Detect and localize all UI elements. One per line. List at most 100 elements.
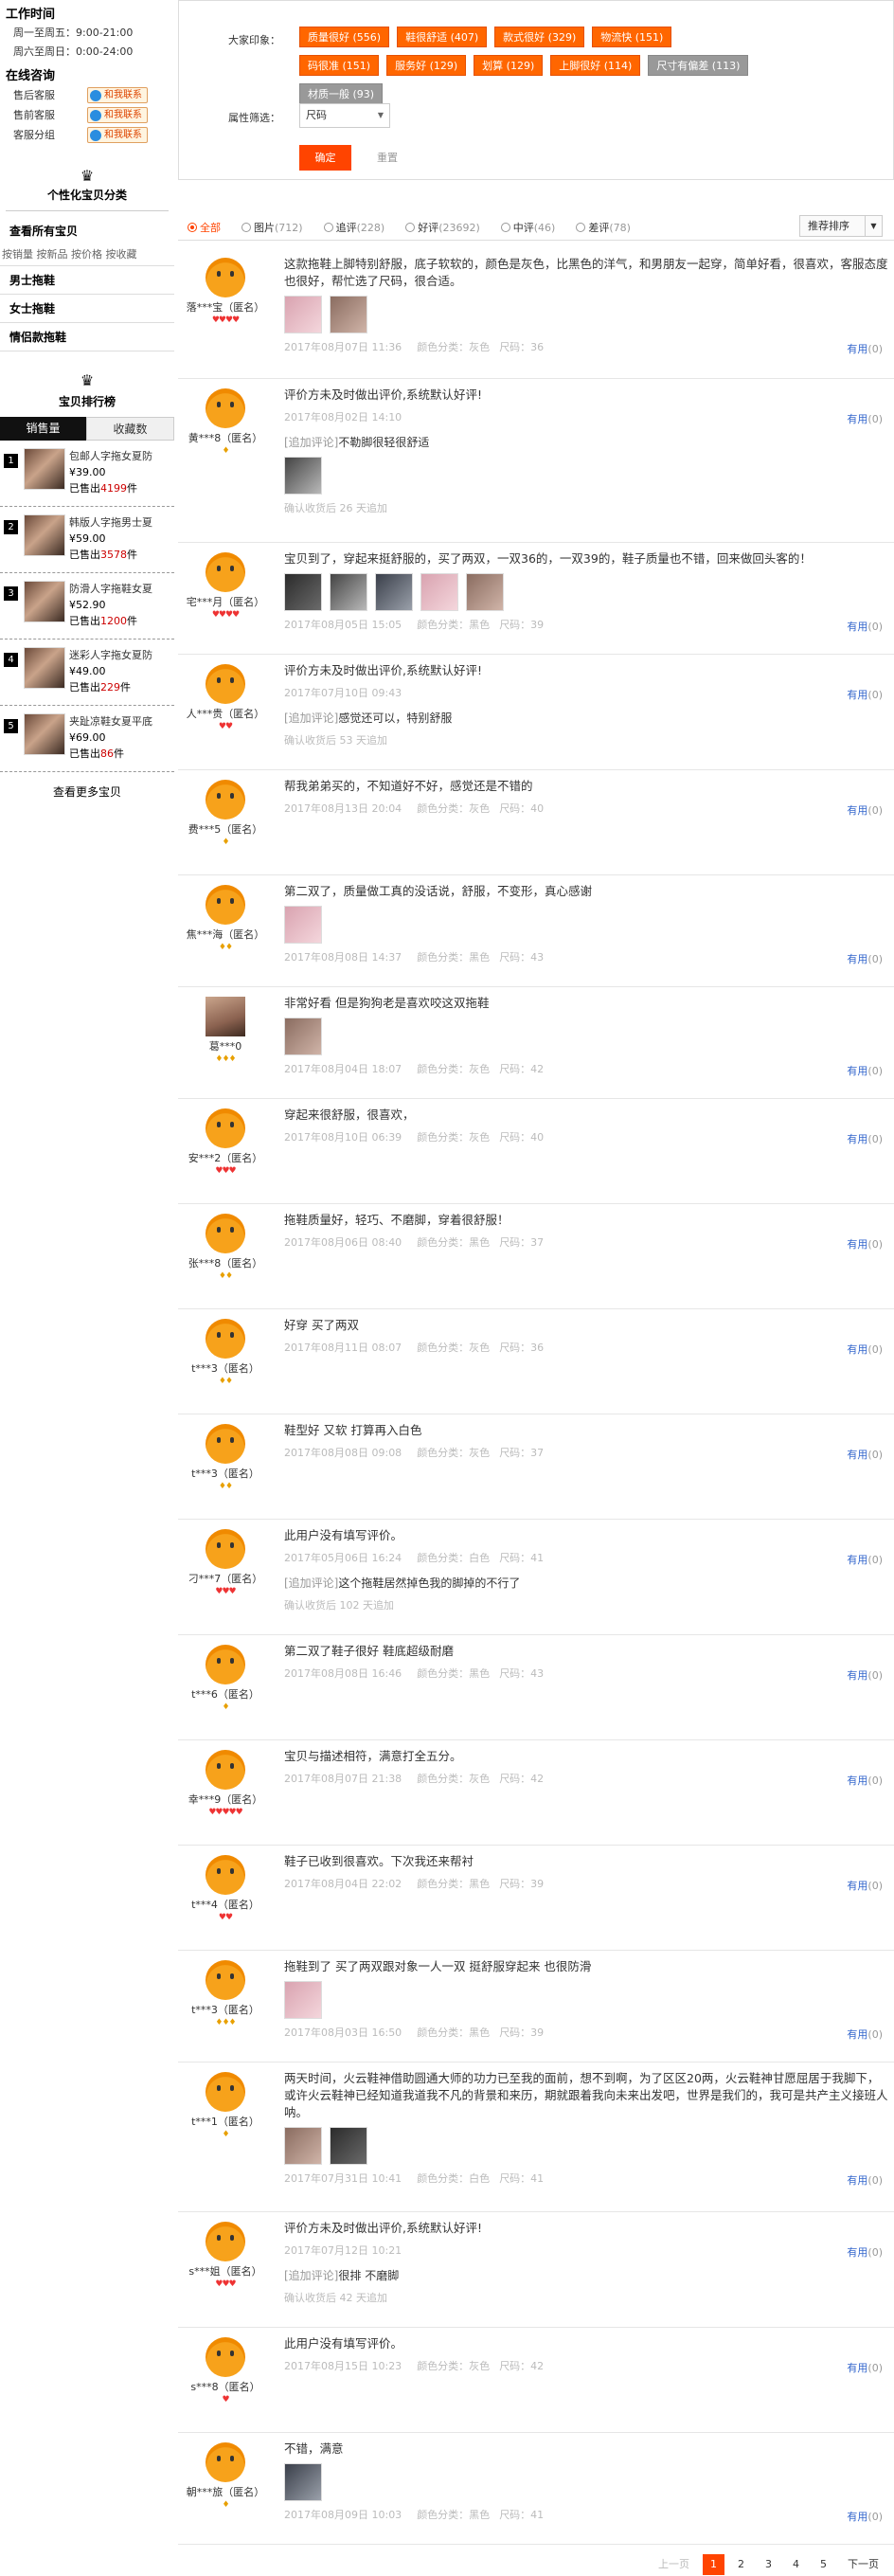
reviewer-name: 人***贵（匿名） — [186, 707, 265, 720]
review-type-3[interactable]: 好评(23692) — [405, 220, 480, 235]
review-sku: 颜色分类：灰色 尺码：42 — [417, 1773, 553, 1785]
useful-button[interactable]: 有用(0) — [847, 802, 883, 818]
next-page-button[interactable]: 下一页 — [840, 2554, 886, 2575]
confirm-button[interactable]: 确定 — [299, 145, 351, 171]
impression-tag[interactable]: 划算 (129) — [474, 55, 544, 76]
rank-item[interactable]: 2 韩版人字拖男士夏 ¥59.00 已售出3578件 — [0, 507, 174, 573]
product-thumbnail[interactable] — [24, 514, 65, 556]
useful-button[interactable]: 有用(0) — [847, 1236, 883, 1252]
useful-button[interactable]: 有用(0) — [847, 2172, 883, 2188]
impression-tag[interactable]: 服务好 (129) — [386, 55, 467, 76]
impression-tag[interactable]: 码很准 (151) — [299, 55, 380, 76]
review-type-2[interactable]: 追评(228) — [323, 220, 384, 235]
review-photo[interactable] — [284, 2463, 322, 2502]
page-1[interactable]: 1 — [703, 2554, 724, 2575]
review-type-0[interactable]: 全部 — [188, 220, 221, 235]
product-name[interactable]: 迷彩人字拖女夏防 — [69, 647, 164, 663]
page-3[interactable]: 3 — [758, 2554, 779, 2575]
useful-button[interactable]: 有用(0) — [847, 1342, 883, 1357]
review-meta: 2017年07月10日 09:43 — [284, 687, 890, 700]
all-goods-link[interactable]: 查看所有宝贝 — [0, 211, 174, 244]
more-goods-link[interactable]: 查看更多宝贝 — [0, 772, 174, 811]
tab-favorites[interactable]: 收藏数 — [86, 417, 174, 441]
page-2[interactable]: 2 — [730, 2554, 752, 2575]
product-thumbnail[interactable] — [24, 448, 65, 490]
page-5[interactable]: 5 — [813, 2554, 834, 2575]
reset-button[interactable]: 重置 — [368, 145, 406, 171]
contact-button[interactable]: 和我联系 — [87, 87, 148, 103]
impression-tag[interactable]: 尺寸有偏差 (113) — [648, 55, 749, 76]
product-name[interactable]: 夹趾凉鞋女夏平底 — [69, 713, 164, 730]
useful-button[interactable]: 有用(0) — [847, 1667, 883, 1683]
review-photo[interactable] — [284, 906, 322, 945]
impression-tag[interactable]: 鞋很舒适 (407) — [397, 27, 488, 47]
review-photo[interactable] — [420, 573, 458, 612]
useful-button[interactable]: 有用(0) — [847, 1131, 883, 1146]
review-photo[interactable] — [375, 573, 413, 612]
rank-number: 5 — [4, 719, 18, 733]
useful-button[interactable]: 有用(0) — [847, 2360, 883, 2375]
useful-button[interactable]: 有用(0) — [847, 1773, 883, 1788]
review-photo[interactable] — [466, 573, 504, 612]
product-thumbnail[interactable] — [24, 647, 65, 689]
review-type-5[interactable]: 差评(78) — [576, 220, 631, 235]
useful-count: (0) — [867, 1448, 883, 1461]
product-thumbnail[interactable] — [24, 713, 65, 755]
contact-button[interactable]: 和我联系 — [87, 107, 148, 123]
review-date: 2017年07月10日 09:43 — [284, 686, 402, 699]
contact-button[interactable]: 和我联系 — [87, 127, 148, 143]
product-name[interactable]: 防滑人字拖鞋女夏 — [69, 581, 164, 597]
review-photo[interactable] — [284, 1017, 322, 1055]
category-item[interactable]: 男士拖鞋 — [0, 266, 174, 295]
sold-suffix: 件 — [127, 615, 137, 627]
review-sku: 颜色分类：灰色 尺码：42 — [417, 1063, 553, 1075]
impression-tag[interactable]: 款式很好 (329) — [494, 27, 585, 47]
rank-item[interactable]: 4 迷彩人字拖女夏防 ¥49.00 已售出229件 — [0, 639, 174, 706]
useful-button[interactable]: 有用(0) — [847, 619, 883, 634]
useful-button[interactable]: 有用(0) — [847, 1552, 883, 1567]
useful-button[interactable]: 有用(0) — [847, 1878, 883, 1893]
rank-item[interactable]: 3 防滑人字拖鞋女夏 ¥52.90 已售出1200件 — [0, 573, 174, 639]
sort-links[interactable]: 按销量 按新品 按价格 按收藏 — [0, 244, 174, 266]
useful-button[interactable]: 有用(0) — [847, 2244, 883, 2260]
rank-item[interactable]: 1 包邮人字拖女夏防 ¥39.00 已售出4199件 — [0, 441, 174, 507]
sku-size: 尺码：41 — [499, 1551, 545, 1564]
impression-tag[interactable]: 材质一般 (93) — [299, 83, 384, 104]
useful-button[interactable]: 有用(0) — [847, 341, 883, 356]
review-photo[interactable] — [284, 296, 322, 333]
impression-tag[interactable]: 质量很好 (556) — [299, 27, 390, 47]
useful-button[interactable]: 有用(0) — [847, 2027, 883, 2042]
impression-tag[interactable]: 上脚很好 (114) — [550, 55, 641, 76]
product-name[interactable]: 韩版人字拖男士夏 — [69, 514, 164, 531]
page-4[interactable]: 4 — [785, 2554, 807, 2575]
useful-button[interactable]: 有用(0) — [847, 2509, 883, 2524]
review-photo[interactable] — [284, 1981, 322, 2020]
reviewer-name: 葛***0 — [208, 1039, 242, 1053]
tab-sales[interactable]: 销售量 — [0, 417, 86, 441]
useful-button[interactable]: 有用(0) — [847, 411, 883, 426]
sold-count: 已售出1200件 — [69, 613, 164, 629]
attr-select[interactable]: 尺码 ▼ — [299, 103, 390, 128]
review-photo[interactable] — [284, 2127, 322, 2166]
sort-select[interactable]: 推荐排序 ▼ — [799, 215, 883, 237]
useful-button[interactable]: 有用(0) — [847, 1447, 883, 1462]
review-type-4[interactable]: 中评(46) — [500, 220, 555, 235]
review-type-1[interactable]: 图片(712) — [241, 220, 303, 235]
useful-button[interactable]: 有用(0) — [847, 951, 883, 966]
review-photo[interactable] — [330, 296, 367, 333]
product-thumbnail[interactable] — [24, 581, 65, 622]
review-photo[interactable] — [330, 573, 367, 612]
rank-item[interactable]: 5 夹趾凉鞋女夏平底 ¥69.00 已售出86件 — [0, 706, 174, 772]
prev-page-button[interactable]: 上一页 — [651, 2554, 697, 2575]
review-photo[interactable] — [330, 2127, 367, 2166]
useful-button[interactable]: 有用(0) — [847, 1063, 883, 1078]
category-item[interactable]: 情侣款拖鞋 — [0, 323, 174, 351]
impression-tag[interactable]: 物流快 (151) — [592, 27, 672, 47]
reviewer-name: 张***8（匿名） — [188, 1256, 263, 1270]
product-name[interactable]: 包邮人字拖女夏防 — [69, 448, 164, 464]
useful-button[interactable]: 有用(0) — [847, 687, 883, 702]
radio-icon — [500, 223, 510, 232]
category-item[interactable]: 女士拖鞋 — [0, 295, 174, 323]
review-photo[interactable] — [284, 573, 322, 612]
review-photo[interactable] — [284, 456, 322, 495]
